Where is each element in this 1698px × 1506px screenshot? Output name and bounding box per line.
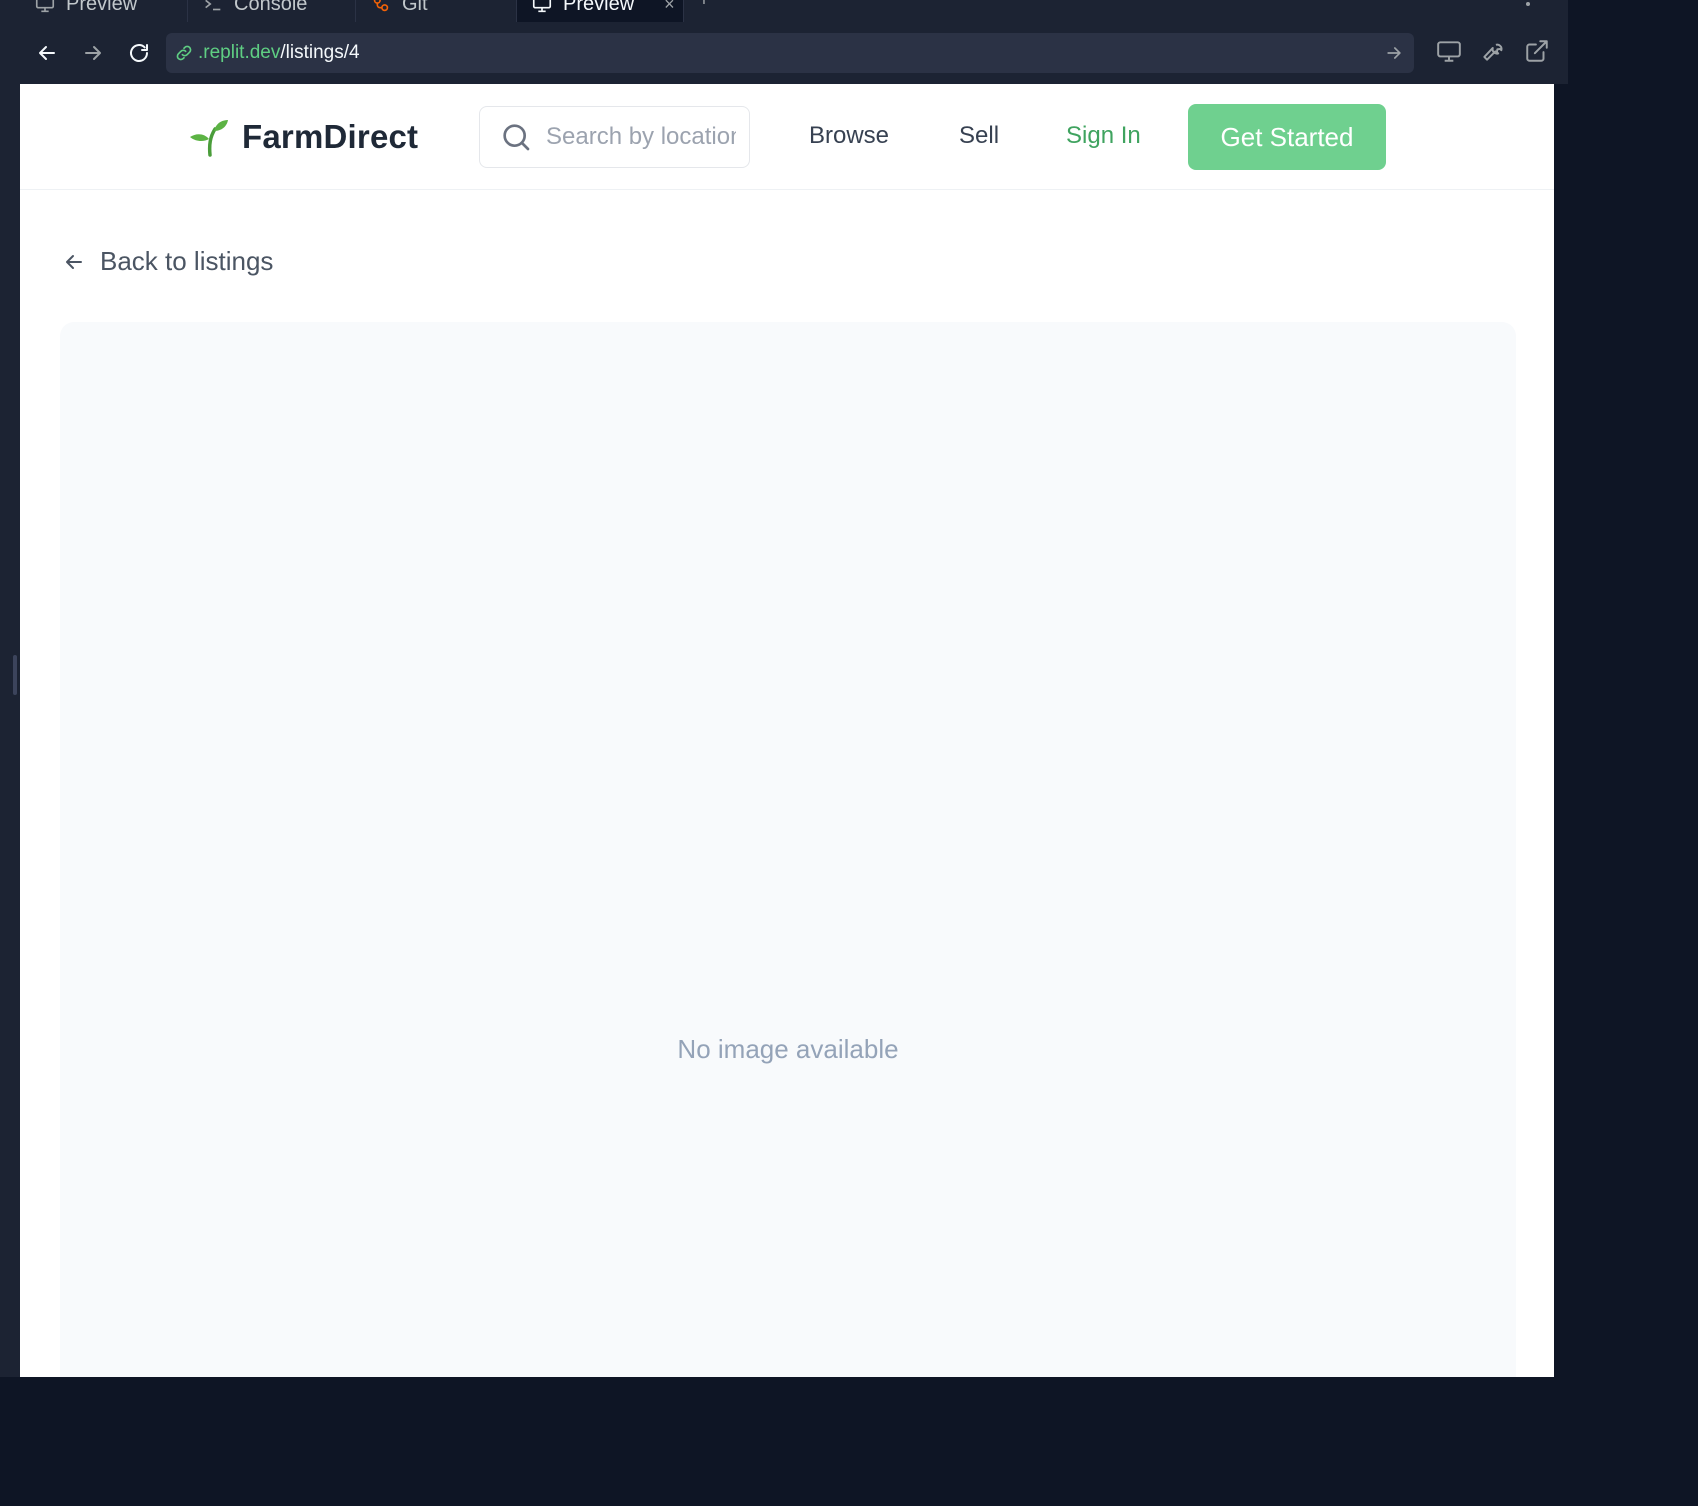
tab-preview-active[interactable]: Preview × — [517, 0, 684, 22]
go-arrow-icon[interactable] — [1384, 43, 1404, 63]
no-image-text: No image available — [677, 1034, 899, 1064]
external-link-icon[interactable] — [1524, 38, 1550, 64]
preview-tools — [1436, 38, 1550, 64]
nav-browse[interactable]: Browse — [809, 122, 889, 150]
tab-git[interactable]: Git — [356, 0, 517, 22]
terminal-icon — [202, 0, 224, 15]
tab-label: Git — [402, 0, 428, 15]
url-path: /listings/4 — [280, 42, 360, 63]
left-gutter — [0, 0, 20, 1391]
nav-sell[interactable]: Sell — [959, 122, 999, 150]
get-started-button[interactable]: Get Started — [1188, 104, 1386, 170]
nav-sign-in[interactable]: Sign In — [1066, 122, 1141, 150]
back-button[interactable] — [24, 30, 70, 76]
arrow-left-icon — [66, 254, 82, 269]
bottom-border — [0, 1377, 1568, 1391]
more-options-icon[interactable] — [1524, 0, 1532, 8]
preview-toolbar: .replit.dev/listings/4 — [20, 22, 1568, 84]
brand-logo[interactable]: FarmDirect — [188, 117, 418, 157]
search-icon — [503, 124, 530, 151]
back-to-listings-link[interactable]: Back to listings — [62, 246, 273, 277]
tab-preview-1[interactable]: Preview — [20, 0, 188, 22]
new-tab-button[interactable]: + — [684, 0, 724, 22]
arrow-right-icon — [85, 46, 101, 60]
sprout-icon — [190, 120, 228, 157]
url-bar[interactable]: .replit.dev/listings/4 — [166, 33, 1414, 73]
site-header: FarmDirect Browse Sell Sign In Get Start… — [20, 84, 1554, 190]
reload-icon — [130, 44, 148, 62]
link-icon — [176, 45, 192, 61]
arrow-left-icon — [39, 46, 55, 60]
plus-icon: + — [698, 0, 710, 11]
forward-button[interactable] — [70, 30, 116, 76]
wrench-icon[interactable] — [1480, 38, 1506, 64]
search-box[interactable] — [479, 106, 750, 168]
listing-image-placeholder: No image available — [60, 322, 1516, 1377]
device-icon[interactable] — [1436, 38, 1462, 64]
close-icon[interactable]: × — [664, 0, 675, 15]
editor-window: Preview Console Git Preview × + .replit.… — [0, 0, 1568, 1391]
tab-strip: Preview Console Git Preview × + — [20, 0, 1568, 22]
reload-button[interactable] — [116, 30, 162, 76]
monitor-icon — [34, 0, 56, 15]
url-host: .replit.dev — [198, 42, 281, 63]
brand-name: FarmDirect — [242, 118, 419, 155]
search-input[interactable] — [546, 123, 736, 151]
monitor-icon — [531, 0, 553, 15]
resize-handle[interactable] — [13, 655, 17, 695]
tab-label: Preview — [563, 0, 635, 15]
tab-label: Preview — [66, 0, 138, 15]
preview-viewport: FarmDirect Browse Sell Sign In Get Start… — [20, 84, 1554, 1377]
tab-console[interactable]: Console — [188, 0, 356, 22]
back-link-label: Back to listings — [100, 246, 274, 276]
tab-label: Console — [234, 0, 308, 15]
git-icon — [370, 0, 392, 15]
